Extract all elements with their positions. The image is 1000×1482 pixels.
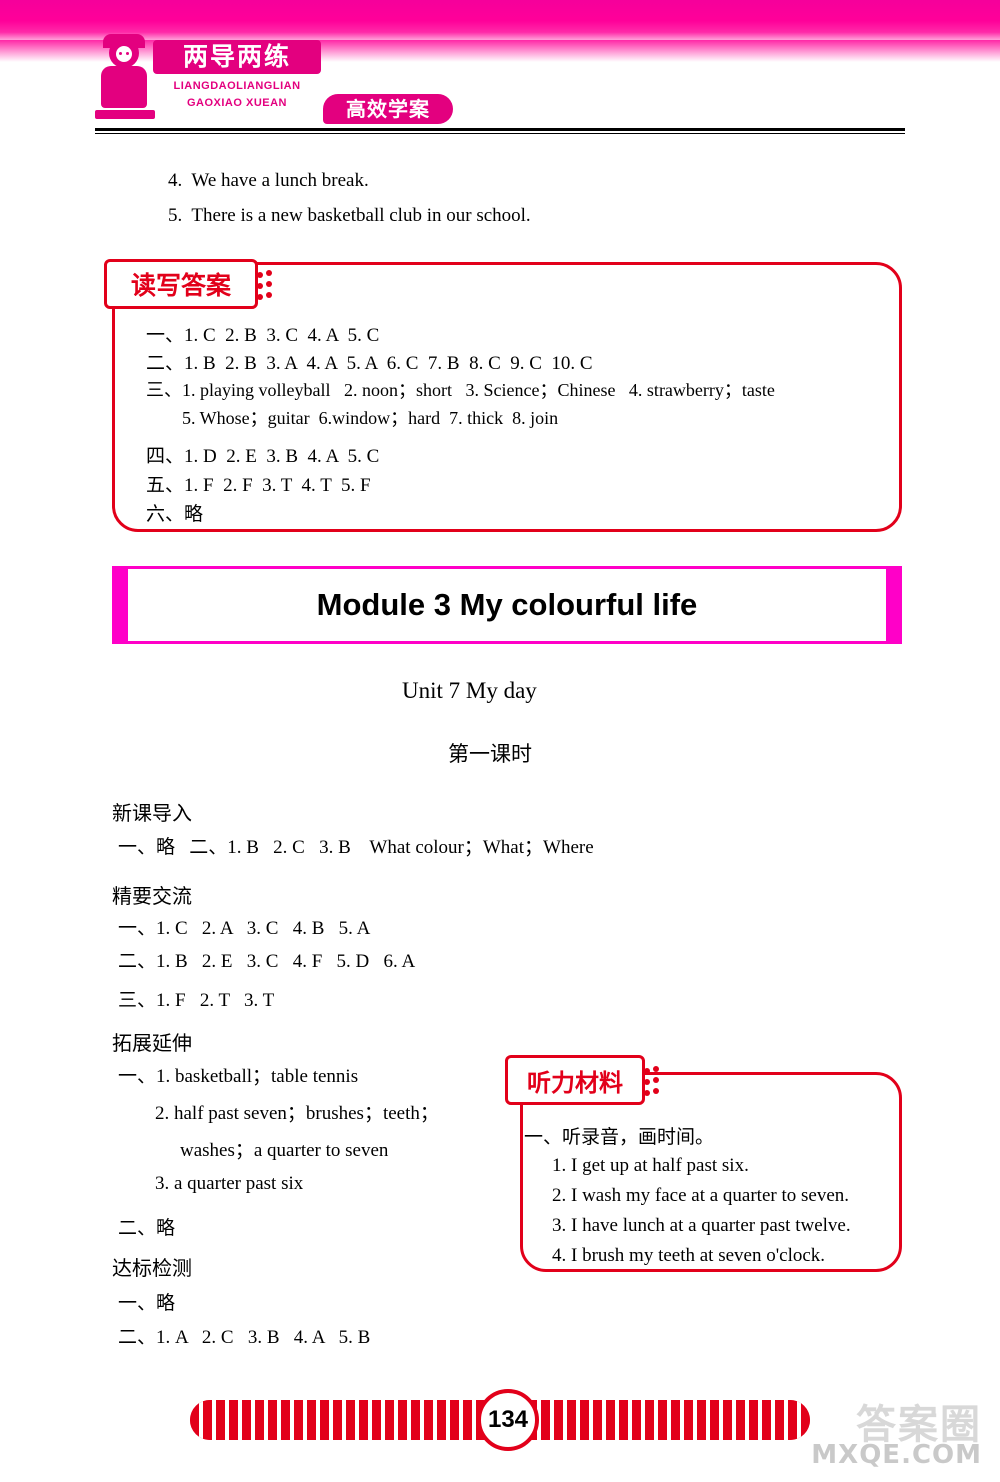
answer-line-7: 六、略 — [146, 504, 204, 525]
section-3-line-1: 一、1. basketball；table tennis — [118, 1066, 359, 1087]
header-divider-thin — [95, 133, 905, 134]
answer-line-1: 一、1. C 2. B 3. C 4. A 5. C — [146, 325, 380, 346]
section-4-line-2: 二、1. A 2. C 3. B 4. A 5. B — [118, 1327, 371, 1348]
listening-box-tag: 听力材料 — [505, 1055, 659, 1105]
answer-box-tag-label: 读写答案 — [130, 271, 231, 300]
period-title: 第一课时 — [448, 742, 532, 766]
answer-line-5: 四、1. D 2. E 3. B 4. A 5. C — [146, 446, 380, 467]
brand-logo: 两导两练 LIANGDAOLIANGLIAN GAOXIAO XUEAN 高效学… — [95, 34, 453, 128]
header-divider — [95, 128, 905, 131]
tag-dots-icon — [255, 268, 281, 302]
answer-line-3: 三、1. playing volleyball 2. noon；short 3.… — [146, 380, 775, 400]
section-3-line-5: 二、略 — [118, 1218, 176, 1239]
section-3-line-4: 3. a quarter past six — [155, 1173, 304, 1194]
section-2-line-2: 二、1. B 2. E 3. C 4. F 5. D 6. A — [118, 951, 416, 972]
logo-title: 两导两练 — [153, 40, 321, 74]
listening-line-3: 2. I wash my face at a quarter to seven. — [552, 1185, 850, 1206]
answer-box-tag: 读写答案 — [104, 259, 272, 309]
mascot-icon — [95, 34, 155, 120]
answer-line-6: 五、1. F 2. F 3. T 4. T 5. F — [146, 475, 371, 496]
section-4-line-1: 一、略 — [118, 1293, 176, 1314]
listening-line-4: 3. I have lunch at a quarter past twelve… — [552, 1215, 851, 1236]
module-title: Module 3 My colourful life — [316, 587, 698, 622]
listening-box-tag-label: 听力材料 — [527, 1068, 623, 1097]
logo-pinyin-line1: LIANGDAOLIANGLIAN — [173, 80, 301, 92]
section-heading-3: 拓展延伸 — [112, 1031, 192, 1055]
section-heading-1: 新课导入 — [112, 801, 192, 825]
section-2-line-1: 一、1. C 2. A 3. C 4. B 5. A — [118, 918, 371, 939]
listening-line-1: 一、听录音，画时间。 — [524, 1126, 715, 1148]
unit-title: Unit 7 My day — [402, 678, 537, 703]
listening-line-5: 4. I brush my teeth at seven o'clock. — [552, 1245, 826, 1266]
section-1-line-1: 一、略 二、1. B 2. C 3. B What colour；What；Wh… — [118, 837, 594, 858]
top-sentence-5: 5. There is a new basketball club in our… — [168, 205, 531, 226]
listening-line-2: 1. I get up at half past six. — [552, 1155, 749, 1176]
page-number: 134 — [477, 1389, 539, 1451]
watermark-bottom: MXQE.COM — [811, 1440, 982, 1470]
answer-line-4: 5. Whose；guitar 6.window；hard 7. thick 8… — [182, 408, 559, 428]
section-3-line-3: washes；a quarter to seven — [180, 1140, 389, 1161]
tag-dots-icon-2 — [642, 1064, 668, 1098]
logo-pinyin-line2: GAOXIAO XUEAN — [186, 97, 287, 109]
logo-subtitle: 高效学案 — [323, 94, 453, 124]
top-sentence-4: 4. We have a lunch break. — [168, 170, 369, 191]
section-heading-2: 精要交流 — [112, 884, 192, 908]
section-2-line-3: 三、1. F 2. T 3. T — [118, 990, 275, 1011]
logo-pinyin: LIANGDAOLIANGLIAN GAOXIAO XUEAN — [153, 78, 321, 112]
section-heading-4: 达标检测 — [112, 1256, 192, 1280]
answer-line-2: 二、1. B 2. B 3. A 4. A 5. A 6. C 7. B 8. … — [146, 353, 593, 374]
section-3-line-2: 2. half past seven；brushes；teeth； — [155, 1103, 439, 1124]
